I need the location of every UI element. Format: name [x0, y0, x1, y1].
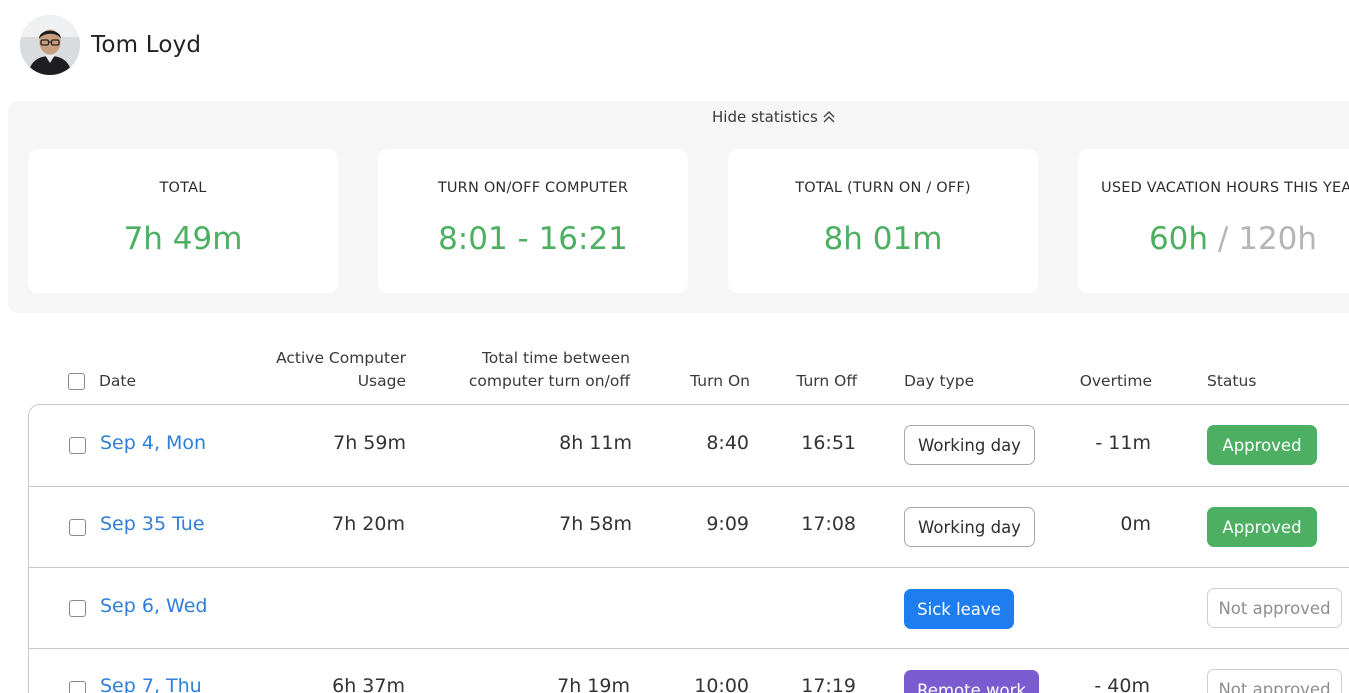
row-checkbox[interactable] — [69, 681, 86, 693]
row-divider — [28, 567, 1349, 568]
row-date-link[interactable]: Sep 7, Thu — [100, 675, 202, 693]
row-total-between: 7h 19m — [557, 675, 630, 693]
day-type-badge[interactable]: Remote work — [904, 670, 1039, 693]
stat-title: TOTAL — [159, 180, 207, 196]
row-active-usage: 7h 59m — [333, 432, 406, 454]
header-overtime: Overtime — [1079, 372, 1152, 390]
day-type-badge[interactable]: Working day — [904, 425, 1035, 465]
stat-value: 8:01 - 16:21 — [438, 221, 628, 257]
hide-statistics-button[interactable]: Hide statistics — [712, 108, 836, 126]
hide-statistics-label: Hide statistics — [712, 108, 818, 126]
row-overtime: - 11m — [1095, 432, 1151, 454]
stat-card-turn-on-off: TURN ON/OFF COMPUTER 8:01 - 16:21 — [378, 149, 688, 293]
row-checkbox[interactable] — [69, 519, 86, 536]
day-type-badge[interactable]: Sick leave — [904, 589, 1014, 629]
row-turn-on: 8:40 — [706, 432, 749, 454]
row-date-link[interactable]: Sep 6, Wed — [100, 595, 207, 617]
header-total-between-line1: Total time between — [481, 349, 630, 367]
row-turn-off: 17:08 — [801, 513, 856, 535]
row-checkbox[interactable] — [69, 437, 86, 454]
header-active-usage-line2: Usage — [357, 372, 406, 390]
header-status: Status — [1207, 372, 1257, 390]
stat-card-vacation-hours: USED VACATION HOURS THIS YEAR 60h / 120h — [1078, 149, 1349, 293]
user-name: Tom Loyd — [91, 32, 202, 58]
stat-title: TURN ON/OFF COMPUTER — [437, 180, 629, 196]
row-turn-off: 16:51 — [801, 432, 856, 454]
avatar[interactable] — [20, 15, 80, 75]
double-chevron-up-icon — [823, 111, 835, 123]
stat-title: USED VACATION HOURS THIS YEAR — [1101, 180, 1349, 196]
status-badge[interactable]: Approved — [1207, 425, 1317, 465]
row-checkbox[interactable] — [69, 600, 86, 617]
row-date-link[interactable]: Sep 35 Tue — [100, 513, 205, 535]
row-turn-on: 9:09 — [706, 513, 749, 535]
stat-card-total-turn-on-off: TOTAL (TURN ON / OFF) 8h 01m — [728, 149, 1038, 293]
row-overtime: - 40m — [1094, 675, 1150, 693]
day-type-badge[interactable]: Working day — [904, 507, 1035, 547]
header-turn-off: Turn Off — [796, 372, 857, 390]
row-divider — [28, 486, 1349, 487]
row-turn-off: 17:19 — [801, 675, 856, 693]
stat-value: 7h 49m — [123, 221, 243, 257]
status-badge[interactable]: Not approved — [1207, 588, 1342, 628]
header-active-usage-line1: Active Computer — [276, 349, 406, 367]
row-total-between: 7h 58m — [559, 513, 632, 535]
header-date[interactable]: Date — [99, 370, 136, 393]
user-header: Tom Loyd — [20, 15, 201, 75]
header-total-between-line2: computer turn on/off — [468, 372, 630, 390]
row-active-usage: 7h 20m — [332, 513, 405, 535]
header-turn-on: Turn On — [690, 372, 750, 390]
row-divider — [28, 648, 1349, 649]
row-turn-on: 10:00 — [694, 675, 749, 693]
status-badge[interactable]: Approved — [1207, 507, 1317, 547]
vacation-separator: / — [1217, 221, 1229, 257]
stat-card-total: TOTAL 7h 49m — [28, 149, 338, 293]
stat-value: 60h / 120h — [1078, 221, 1349, 257]
status-badge[interactable]: Not approved — [1207, 669, 1342, 693]
select-all-checkbox[interactable] — [68, 373, 85, 390]
row-active-usage: 6h 37m — [332, 675, 405, 693]
stat-value: 8h 01m — [823, 221, 943, 257]
row-date-link[interactable]: Sep 4, Mon — [100, 432, 206, 454]
vacation-total-value: 120h — [1238, 221, 1318, 257]
stat-title: TOTAL (TURN ON / OFF) — [795, 180, 971, 196]
vacation-used-value: 60h — [1148, 221, 1209, 257]
header-day-type: Day type — [904, 372, 975, 390]
row-overtime: 0m — [1120, 513, 1151, 535]
row-total-between: 8h 11m — [559, 432, 632, 454]
